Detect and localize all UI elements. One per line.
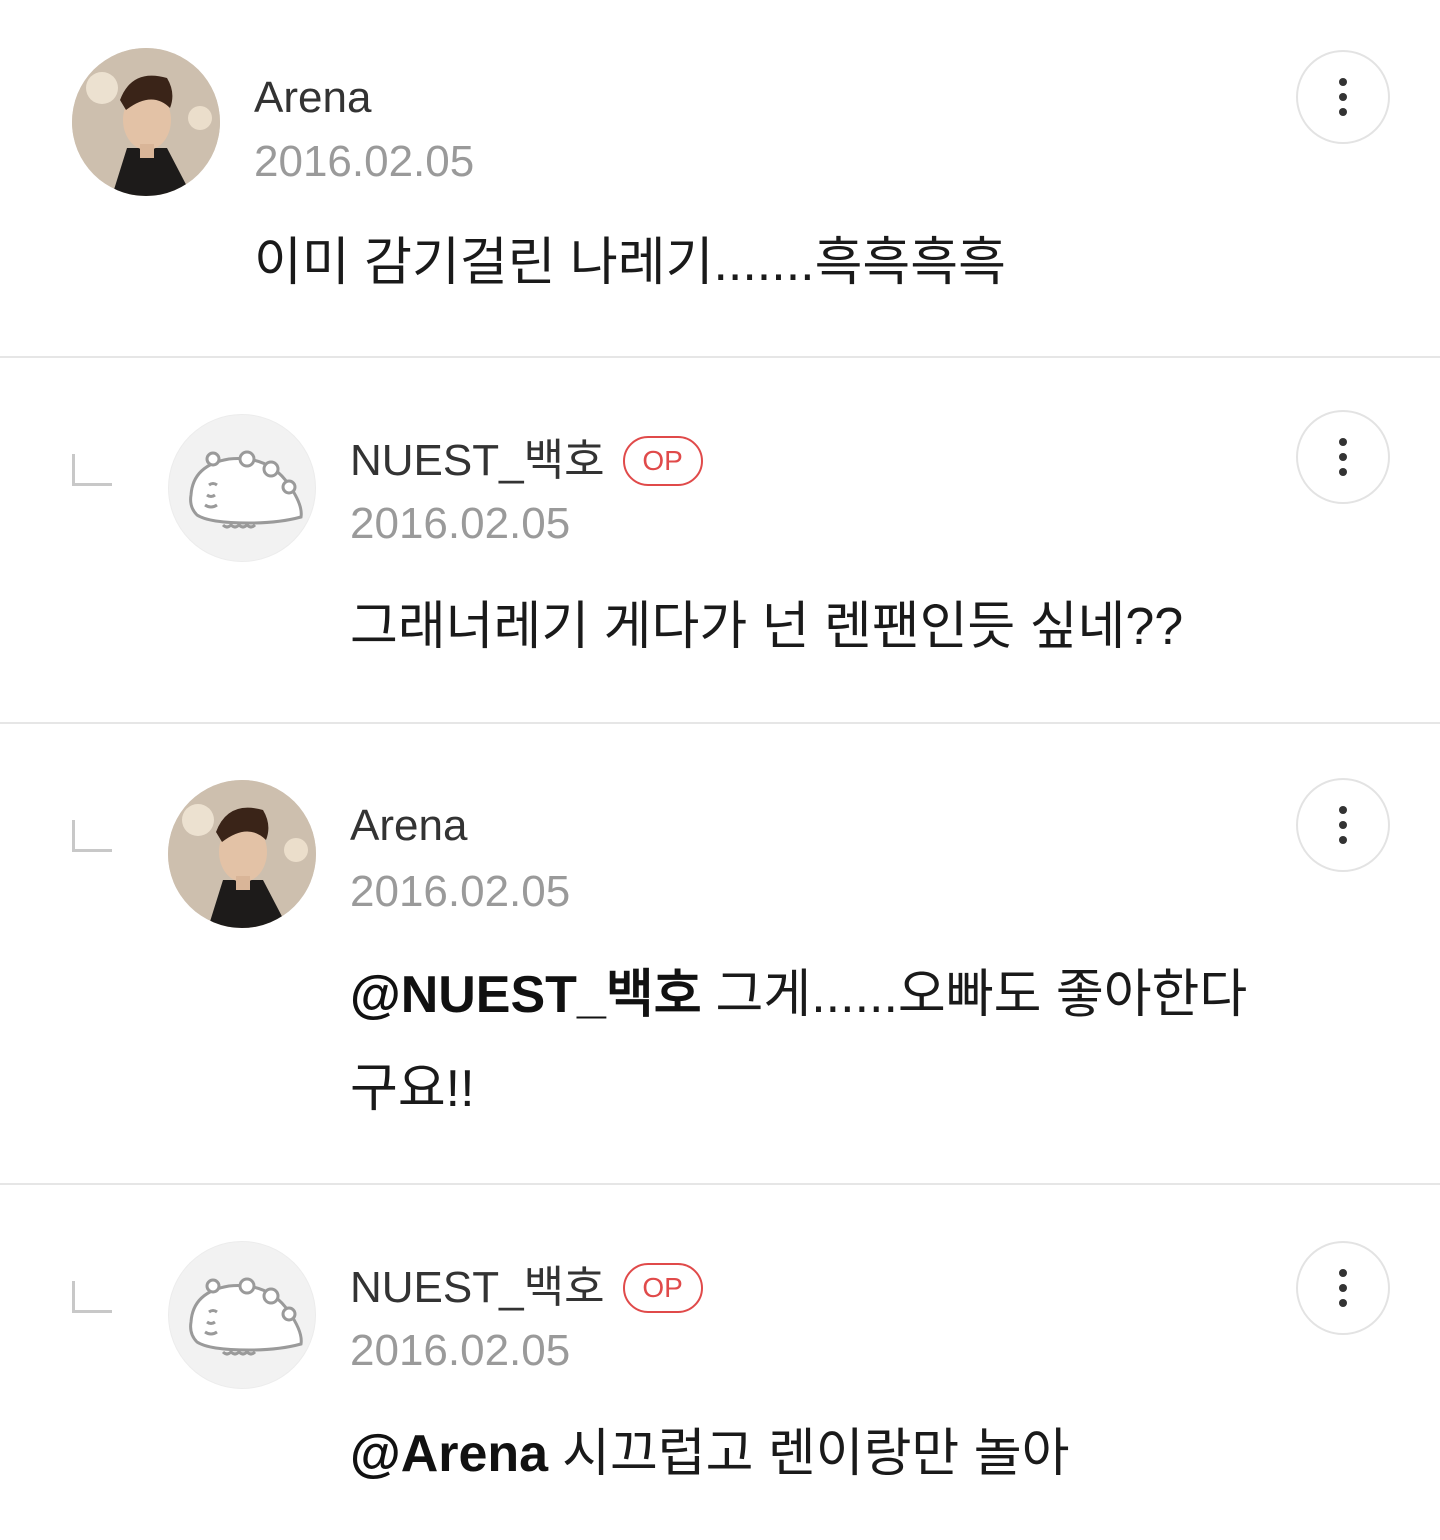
comment-date: 2016.02.05 xyxy=(350,499,571,548)
op-badge: OP xyxy=(622,436,703,486)
op-badge: OP xyxy=(622,1263,703,1313)
comment-body: 시끄럽고 렌이랑만 놀아 xyxy=(562,1425,1070,1483)
reply-corner-icon xyxy=(72,454,112,486)
profile-photo xyxy=(168,780,316,928)
reply-corner-icon xyxy=(72,1281,112,1313)
more-options-button[interactable] xyxy=(1296,410,1390,504)
comment-item: Arena 2016.02.05 @NUEST_백호 그게......오빠도 좋아… xyxy=(0,724,1440,1183)
comment-text: 이미 감기걸린 나레기.......흑흑흑흑 xyxy=(254,216,1214,310)
avatar[interactable] xyxy=(168,414,316,562)
author-name[interactable]: Arena xyxy=(254,76,371,120)
more-options-button[interactable] xyxy=(1296,778,1390,872)
comment-text: @Arena 시끄럽고 렌이랑만 놀아 xyxy=(350,1407,1310,1501)
author-row: NUEST_백호 OP xyxy=(350,436,703,486)
author-name[interactable]: NUEST_백호 xyxy=(350,1266,605,1310)
comment-body: 그래너레기 게다가 넌 렌팬인듯 싶네?? xyxy=(350,598,1184,656)
comment-text: 그래너레기 게다가 넌 렌팬인듯 싶네?? xyxy=(350,580,1310,674)
more-options-button[interactable] xyxy=(1296,50,1390,144)
avatar[interactable] xyxy=(72,48,220,196)
comment-item: NUEST_백호 OP 2016.02.05 @Arena 시끄럽고 렌이랑만 놀… xyxy=(0,1185,1440,1540)
more-vertical-icon xyxy=(1339,806,1347,814)
avatar[interactable] xyxy=(168,780,316,928)
profile-photo xyxy=(72,48,220,196)
dinosaur-mascot-icon xyxy=(189,1277,303,1356)
mention-link[interactable]: @Arena xyxy=(350,1425,548,1483)
author-row: Arena xyxy=(254,76,371,120)
author-row: Arena xyxy=(350,804,467,848)
comment-body: 이미 감기걸린 나레기.......흑흑흑흑 xyxy=(254,234,1006,292)
comment-item: Arena 2016.02.05 이미 감기걸린 나레기.......흑흑흑흑 xyxy=(0,0,1440,356)
author-name[interactable]: NUEST_백호 xyxy=(350,439,605,483)
more-vertical-icon xyxy=(1339,78,1347,86)
reply-corner-icon xyxy=(72,820,112,852)
more-vertical-icon xyxy=(1339,438,1347,446)
more-vertical-icon xyxy=(1339,1269,1347,1277)
more-options-button[interactable] xyxy=(1296,1241,1390,1335)
comment-item: NUEST_백호 OP 2016.02.05 그래너레기 게다가 넌 렌팬인듯 … xyxy=(0,358,1440,722)
mention-link[interactable]: @NUEST_백호 xyxy=(350,966,702,1024)
comment-text: @NUEST_백호 그게......오빠도 좋아한다구요!! xyxy=(350,948,1290,1136)
avatar[interactable] xyxy=(168,1241,316,1389)
comment-date: 2016.02.05 xyxy=(350,867,571,916)
author-name[interactable]: Arena xyxy=(350,804,467,848)
comment-date: 2016.02.05 xyxy=(350,1326,571,1375)
comment-thread: Arena 2016.02.05 이미 감기걸린 나레기.......흑흑흑흑 xyxy=(0,0,1440,1540)
comment-date: 2016.02.05 xyxy=(254,137,475,186)
author-row: NUEST_백호 OP xyxy=(350,1263,703,1313)
dinosaur-mascot-icon xyxy=(189,450,303,529)
